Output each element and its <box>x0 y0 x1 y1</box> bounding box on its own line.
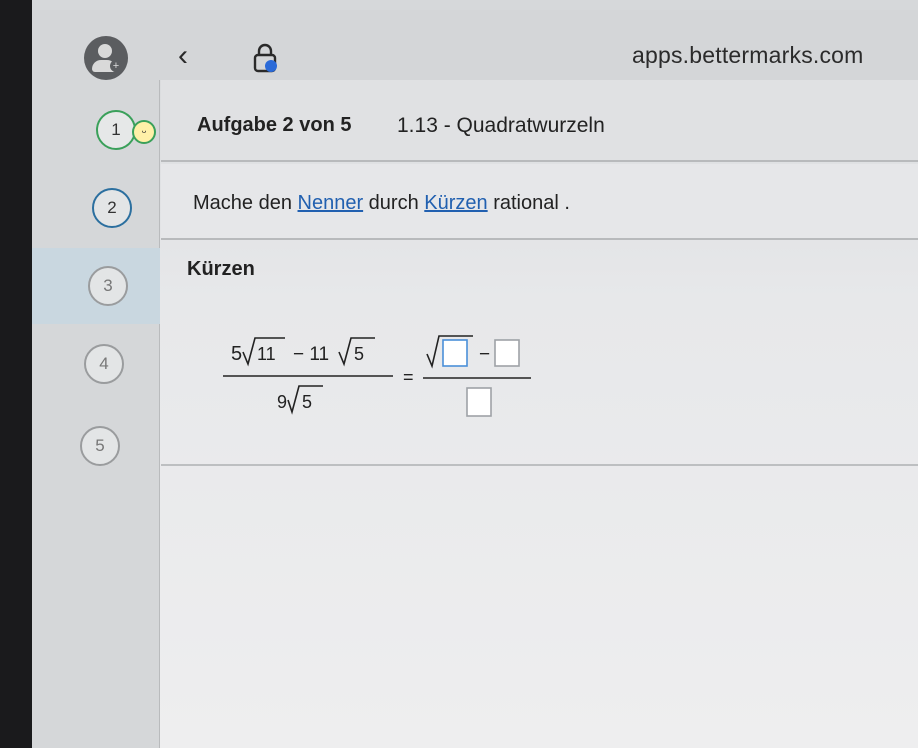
browser-toolbar: + ‹ apps.bettermarks.com <box>32 10 918 80</box>
instruction-part: rational . <box>487 192 570 214</box>
lhs-radicand-2: 5 <box>354 344 364 364</box>
step-1[interactable]: 1 <box>96 110 136 150</box>
glossary-link-nenner[interactable]: Nenner <box>298 192 364 214</box>
rhs-minus: − <box>479 344 490 365</box>
step-4[interactable]: 4 <box>84 344 124 384</box>
lhs-operator: − 11 <box>293 344 329 365</box>
lhs-den-radicand: 5 <box>302 392 312 412</box>
step-3[interactable]: 3 <box>88 266 128 306</box>
equals-sign: = <box>403 367 414 387</box>
lhs-radicand-1: 11 <box>257 344 276 364</box>
task-progress: Aufgabe 2 von 5 <box>197 114 352 136</box>
section-divider <box>161 464 918 466</box>
task-header: Aufgabe 2 von 5 1.13 - Quadratwurzeln <box>161 80 918 162</box>
instruction-part: durch <box>363 192 425 214</box>
answer-input-radicand[interactable] <box>442 339 468 367</box>
step-sidebar: 1 ᵕ 2 3 4 5 <box>32 80 160 748</box>
instruction-text: Mache den Nenner durch Kürzen rational . <box>193 192 570 215</box>
screen: + ‹ apps.bettermarks.com 1 ᵕ 2 3 4 5 Auf… <box>32 0 918 748</box>
step-2[interactable]: 2 <box>92 188 132 228</box>
task-topic: 1.13 - Quadratwurzeln <box>397 114 605 137</box>
glossary-link-kuerzen[interactable]: Kürzen <box>424 192 487 214</box>
section-title: Kürzen <box>187 258 255 280</box>
url-text[interactable]: apps.bettermarks.com <box>632 42 864 69</box>
step-5[interactable]: 5 <box>80 426 120 466</box>
formula: 5 11 − 11 5 9 5 = − <box>223 335 531 417</box>
smiley-icon: ᵕ <box>132 120 156 144</box>
answer-input-denominator[interactable] <box>466 387 492 417</box>
instruction-row: Mache den Nenner durch Kürzen rational . <box>161 164 918 240</box>
lock-icon[interactable] <box>250 42 280 74</box>
answer-input-subtrahend[interactable] <box>494 339 520 367</box>
instruction-part: Mache den <box>193 192 298 214</box>
lhs-coef-1: 5 <box>231 343 242 365</box>
profile-avatar-icon[interactable]: + <box>84 36 128 80</box>
back-chevron-icon[interactable]: ‹ <box>168 38 198 74</box>
exercise-panel: Aufgabe 2 von 5 1.13 - Quadratwurzeln Ma… <box>161 80 918 748</box>
lhs-den-coef: 9 <box>277 392 287 412</box>
